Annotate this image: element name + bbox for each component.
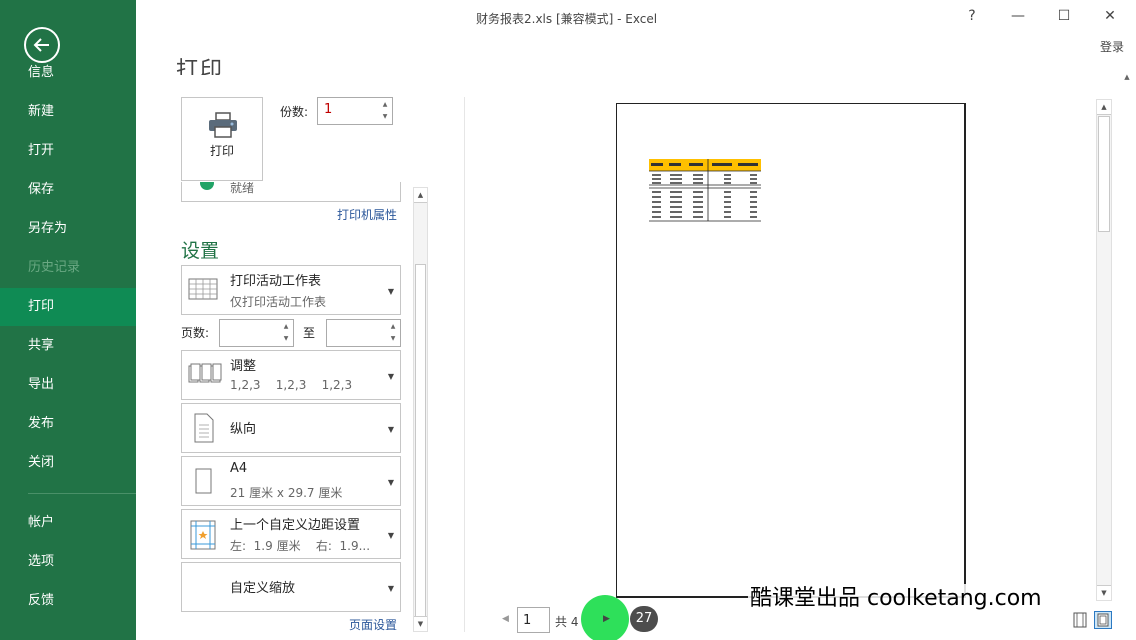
margins-dropdown[interactable]: 上一个自定义边距设置 左: 1.9 厘米 右: 1.9... ▼ bbox=[181, 509, 401, 559]
collate-dropdown[interactable]: 调整 1,2,3 1,2,3 1,2,3 ▼ bbox=[181, 350, 401, 400]
nav-publish[interactable]: 发布 bbox=[0, 404, 136, 443]
minimize-button[interactable]: — bbox=[1008, 6, 1028, 26]
arrow-left-icon bbox=[33, 38, 49, 52]
chevron-down-icon: ▼ bbox=[387, 584, 394, 593]
title-bar: 财务报表2.xls [兼容模式] - Excel ? — ☐ ✕ bbox=[136, 0, 1136, 36]
print-heading: 打印 bbox=[176, 58, 225, 75]
collate-subtitle: 1,2,3 1,2,3 1,2,3 bbox=[230, 378, 353, 392]
ready-status-icon bbox=[200, 182, 214, 190]
settings-scrollbar[interactable]: ▲ ▼ bbox=[413, 187, 428, 632]
pages-to-input[interactable]: ▲ ▼ bbox=[326, 319, 401, 347]
pages-from-up-icon[interactable]: ▲ bbox=[279, 321, 293, 333]
nav-save-as[interactable]: 另存为 bbox=[0, 209, 136, 248]
preview-scroll-down-icon[interactable]: ▼ bbox=[1097, 585, 1111, 600]
print-scope-title: 打印活动工作表 bbox=[230, 274, 322, 289]
printer-properties-link[interactable]: 打印机属性 bbox=[337, 206, 397, 223]
copies-value: 1 bbox=[324, 102, 333, 117]
current-page-input[interactable]: 1 bbox=[517, 607, 550, 633]
margins-icon bbox=[190, 520, 216, 550]
scroll-thumb[interactable] bbox=[415, 264, 426, 618]
orientation-dropdown[interactable]: 纵向 ▼ bbox=[181, 403, 401, 453]
nav-save[interactable]: 保存 bbox=[0, 170, 136, 209]
nav-divider bbox=[28, 493, 136, 494]
scroll-down-icon[interactable]: ▼ bbox=[414, 616, 427, 631]
printer-status: 就绪 bbox=[230, 182, 255, 195]
nav-new[interactable]: 新建 bbox=[0, 92, 136, 131]
chevron-down-icon: ▼ bbox=[387, 425, 394, 434]
previous-page-icon[interactable]: ◀ bbox=[502, 614, 509, 624]
paper-size-dropdown[interactable]: A4 21 厘米 x 29.7 厘米 ▼ bbox=[181, 456, 401, 506]
nav-export[interactable]: 导出 bbox=[0, 365, 136, 404]
print-button[interactable]: 打印 bbox=[181, 97, 263, 181]
nav-account[interactable]: 帐户 bbox=[0, 503, 136, 542]
nav-share[interactable]: 共享 bbox=[0, 326, 136, 365]
preview-table-thumbnail bbox=[649, 159, 761, 222]
print-scope-dropdown[interactable]: 打印活动工作表 仅打印活动工作表 ▼ bbox=[181, 265, 401, 315]
print-button-label: 打印 bbox=[209, 144, 234, 158]
paper-size-subtitle: 21 厘米 x 29.7 厘米 bbox=[230, 486, 343, 500]
window-title: 财务报表2.xls [兼容模式] - Excel bbox=[476, 12, 658, 26]
chevron-down-icon: ▼ bbox=[387, 287, 394, 296]
preview-scroll-thumb[interactable] bbox=[1098, 116, 1110, 232]
maximize-button[interactable]: ☐ bbox=[1054, 6, 1074, 26]
nav-print[interactable]: 打印 bbox=[0, 288, 136, 326]
worksheet-grid-icon bbox=[188, 278, 218, 300]
nav-feedback[interactable]: 反馈 bbox=[0, 581, 136, 620]
scaling-title: 自定义缩放 bbox=[230, 581, 296, 596]
collate-title: 调整 bbox=[230, 359, 257, 374]
copies-label: 份数: bbox=[280, 105, 309, 119]
copies-down-icon[interactable]: ▼ bbox=[378, 111, 392, 123]
login-link[interactable]: 登录 bbox=[1100, 38, 1124, 55]
chevron-down-icon: ▼ bbox=[387, 531, 394, 540]
collate-icon bbox=[188, 363, 222, 383]
scroll-up-icon[interactable]: ▲ bbox=[414, 188, 427, 203]
preview-scrollbar[interactable]: ▲ ▼ bbox=[1096, 99, 1112, 601]
pages-label: 页数: bbox=[181, 326, 210, 340]
scaling-dropdown[interactable]: 自定义缩放 ▼ bbox=[181, 562, 401, 612]
pages-from-input[interactable]: ▲ ▼ bbox=[219, 319, 294, 347]
margins-title: 上一个自定义边距设置 bbox=[230, 518, 361, 533]
zoom-to-page-icon[interactable] bbox=[1094, 611, 1112, 629]
pages-to-up-icon[interactable]: ▲ bbox=[386, 321, 400, 333]
portrait-page-icon bbox=[194, 413, 214, 443]
settings-heading: 设置 bbox=[181, 240, 220, 262]
nav-info[interactable]: 信息 bbox=[0, 53, 136, 92]
help-button[interactable]: ? bbox=[962, 6, 982, 26]
printer-dropdown[interactable]: 就绪 bbox=[181, 182, 401, 202]
printer-icon bbox=[209, 112, 237, 138]
to-label: 至 bbox=[303, 326, 316, 340]
preview-scroll-up-icon[interactable]: ▲ bbox=[1097, 100, 1111, 115]
nav-close[interactable]: 关闭 bbox=[0, 443, 136, 482]
copies-up-icon[interactable]: ▲ bbox=[378, 99, 392, 111]
page-setup-link[interactable]: 页面设置 bbox=[349, 616, 397, 633]
margins-subtitle: 左: 1.9 厘米 右: 1.9... bbox=[230, 539, 371, 553]
paper-size-icon bbox=[195, 468, 212, 494]
print-preview-page bbox=[616, 103, 966, 598]
print-scope-subtitle: 仅打印活动工作表 bbox=[230, 295, 327, 309]
chevron-down-icon: ▼ bbox=[387, 478, 394, 487]
close-button[interactable]: ✕ bbox=[1100, 6, 1120, 26]
nav-history: 历史记录 bbox=[28, 260, 81, 275]
chevron-down-icon: ▼ bbox=[387, 372, 394, 381]
copies-input[interactable]: 1 ▲ ▼ bbox=[317, 97, 393, 125]
pages-from-down-icon[interactable]: ▼ bbox=[279, 333, 293, 345]
paper-size-title: A4 bbox=[230, 461, 248, 476]
orientation-title: 纵向 bbox=[230, 422, 257, 437]
outer-scroll-up-icon[interactable]: ▲ bbox=[1120, 70, 1134, 84]
panel-divider bbox=[464, 97, 465, 632]
watermark-text: 酷课堂出品 coolketang.com bbox=[748, 584, 1070, 614]
show-margins-icon[interactable] bbox=[1072, 612, 1088, 628]
pages-to-down-icon[interactable]: ▼ bbox=[386, 333, 400, 345]
click-counter-badge: 27 bbox=[630, 606, 658, 632]
next-page-icon[interactable]: ▶ bbox=[603, 614, 610, 624]
backstage-sidebar: 信息 新建 打开 保存 另存为 历史记录 打印 共享 导出 发布 关闭 帐户 选… bbox=[0, 0, 136, 640]
nav-open[interactable]: 打开 bbox=[0, 131, 136, 170]
nav-options[interactable]: 选项 bbox=[0, 542, 136, 581]
